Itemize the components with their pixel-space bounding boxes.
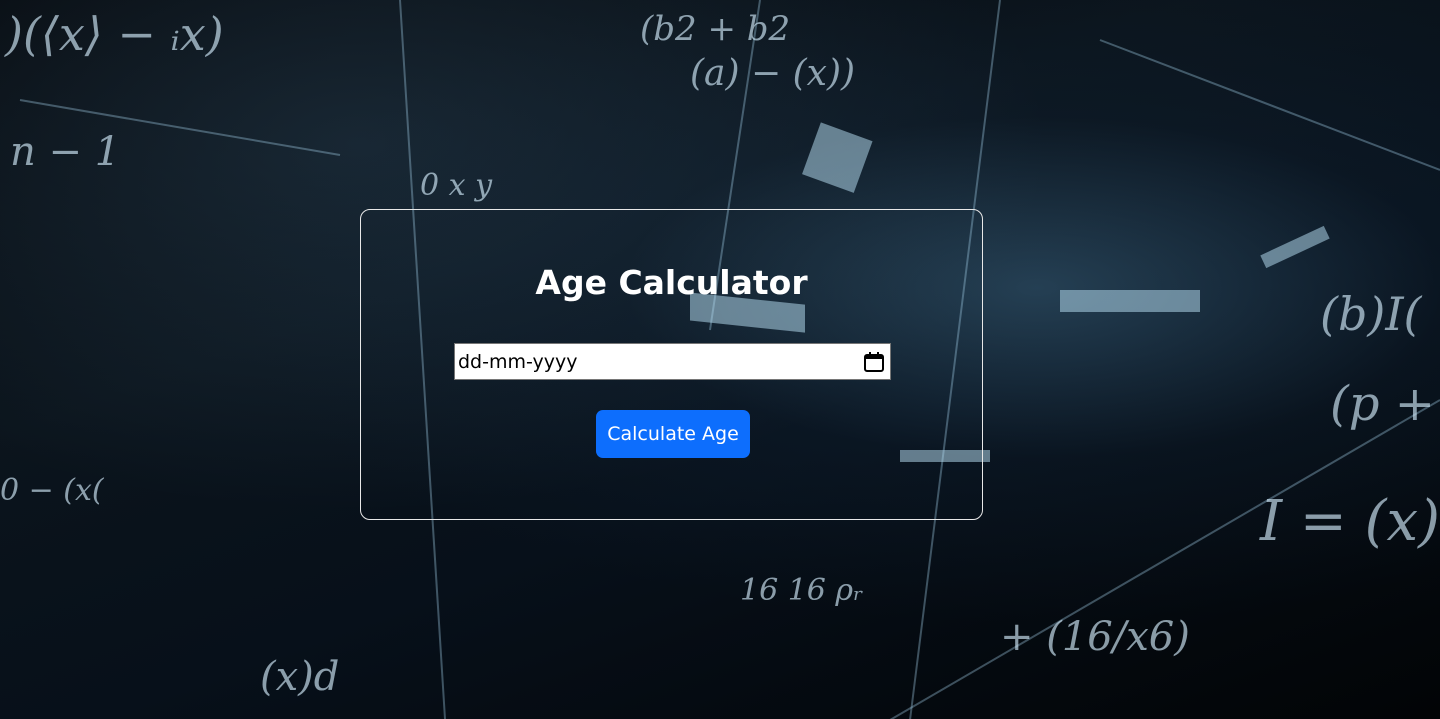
date-of-birth-input[interactable]: dd-mm-yyyy xyxy=(454,343,891,380)
svg-text:(x)d: (x)d xyxy=(260,654,339,700)
svg-text:0 − (x(: 0 − (x( xyxy=(0,473,105,508)
svg-text:(b2 + b2: (b2 + b2 xyxy=(640,9,790,49)
svg-text:n − 1: n − 1 xyxy=(10,129,120,175)
page: )(⟨x⟩ − ᵢx) n − 1 (b2 + b2 (a) − (x)) 0 … xyxy=(0,0,1440,719)
svg-text:(p + 0: (p + 0 xyxy=(1330,376,1440,432)
svg-text:)(⟨x⟩ − ᵢx): )(⟨x⟩ − ᵢx) xyxy=(4,7,224,61)
svg-text:(a) − (x)): (a) − (x)) xyxy=(690,53,855,94)
svg-text:+ (16/x6): + (16/x6) xyxy=(1000,614,1190,660)
svg-text:16 16 ρᵣ: 16 16 ρᵣ xyxy=(740,573,863,608)
svg-text:0 x y: 0 x y xyxy=(420,168,493,203)
calendar-icon[interactable] xyxy=(862,350,886,374)
age-calculator-card: Age Calculator dd-mm-yyyy Calculate Age xyxy=(360,209,983,520)
date-input-placeholder: dd-mm-yyyy xyxy=(458,350,578,373)
svg-text:(b)I(: (b)I( xyxy=(1320,287,1423,341)
calculate-age-button[interactable]: Calculate Age xyxy=(596,410,750,458)
page-title: Age Calculator xyxy=(535,263,808,302)
svg-text:I = (x): I = (x) xyxy=(1259,489,1440,554)
